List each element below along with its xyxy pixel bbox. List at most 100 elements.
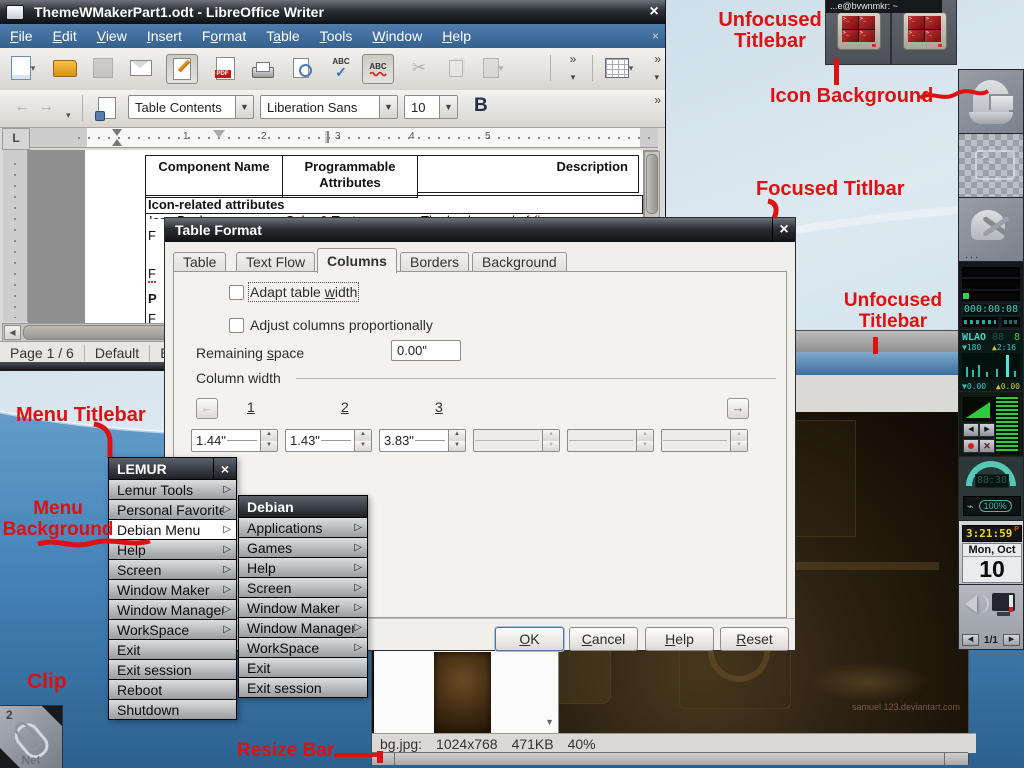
save-button[interactable] bbox=[88, 54, 118, 82]
paste-dropdown-caret[interactable]: ▾ bbox=[499, 63, 504, 74]
toolbar-end-caret[interactable]: ▾ bbox=[654, 72, 659, 83]
insert-table-button[interactable]: ▾ bbox=[604, 54, 634, 82]
dock-appicon-netmonitor[interactable]: 000:00:08 bbox=[959, 262, 1023, 330]
spin-up-icon[interactable]: ▲ bbox=[449, 430, 465, 441]
spelling-button[interactable]: ABC ✓ bbox=[326, 54, 356, 82]
vertical-scrollbar[interactable] bbox=[644, 151, 660, 219]
size-combo-arrow[interactable]: ▼ bbox=[439, 96, 457, 118]
tab-columns[interactable]: Columns bbox=[317, 248, 397, 273]
spin-up-icon[interactable]: ▲ bbox=[355, 430, 371, 441]
menu-item-help[interactable]: Help▷ bbox=[238, 558, 368, 578]
horizontal-ruler[interactable]: 1 2 3 4 5 bbox=[30, 128, 658, 148]
print-button[interactable] bbox=[248, 54, 278, 82]
file-thumbnail[interactable] bbox=[434, 652, 491, 733]
dialog-close-button[interactable]: × bbox=[772, 218, 795, 242]
adapt-table-width-checkbox[interactable] bbox=[229, 285, 244, 300]
edit-mode-button[interactable] bbox=[166, 54, 198, 84]
spin-up-icon[interactable]: ▲ bbox=[261, 430, 277, 441]
table-section-row[interactable]: Icon-related attributes bbox=[145, 195, 643, 214]
menu-view[interactable]: View bbox=[87, 28, 137, 44]
menu-item-workspace[interactable]: WorkSpace▷ bbox=[238, 638, 368, 658]
copy-button[interactable] bbox=[441, 54, 471, 82]
status-page-number[interactable]: Page 1 / 6 bbox=[0, 345, 85, 361]
tab-table[interactable]: Table bbox=[173, 252, 226, 272]
menu-item-reboot[interactable]: Reboot bbox=[108, 680, 237, 700]
debian-menu-titlebar[interactable]: Debian bbox=[238, 495, 368, 518]
menu-item-screen[interactable]: Screen▷ bbox=[108, 560, 237, 580]
lemur-menu-close-button[interactable]: × bbox=[213, 458, 236, 479]
viewer-resize-bar[interactable] bbox=[372, 752, 968, 765]
menu-item-exit[interactable]: Exit bbox=[238, 658, 368, 678]
font-combo-arrow[interactable]: ▼ bbox=[379, 96, 397, 118]
menu-tools[interactable]: Tools bbox=[310, 28, 363, 44]
menu-item-window-maker[interactable]: Window Maker▷ bbox=[238, 598, 368, 618]
paste-button[interactable]: ▾ bbox=[478, 54, 508, 82]
auto-spellcheck-button[interactable]: ABC bbox=[362, 54, 394, 84]
menu-insert[interactable]: Insert bbox=[137, 28, 192, 44]
spin-down-icon[interactable]: ▼ bbox=[449, 441, 465, 452]
vscroll-thumb[interactable] bbox=[646, 154, 658, 214]
table-header-cell[interactable]: Description bbox=[417, 155, 639, 193]
writer-close-button[interactable]: × bbox=[643, 3, 665, 21]
status-page-style[interactable]: Default bbox=[85, 345, 150, 361]
forward-arrow-icon[interactable]: → bbox=[38, 98, 54, 116]
mini-window-titlebar[interactable]: ...e@bvwnmkr: ~ bbox=[826, 0, 942, 13]
help-button[interactable]: Help bbox=[645, 627, 714, 651]
export-pdf-button[interactable]: PDF bbox=[210, 54, 240, 82]
menu-item-games[interactable]: Games▷ bbox=[238, 538, 368, 558]
table-header-cell[interactable]: Programmable Attributes bbox=[282, 155, 418, 198]
dock-appicon-weather[interactable]: WLAO 88 8 ▼180 ▲2:16 ▼0.00 ▲0.00 bbox=[959, 330, 1023, 392]
dock-appicon-tools[interactable]: ... bbox=[959, 198, 1023, 262]
panel-dropdown-icon[interactable]: ▼ bbox=[545, 717, 554, 727]
tab-stop-selector[interactable]: L bbox=[2, 128, 30, 150]
paragraph-style-combo[interactable]: Table Contents ▼ bbox=[128, 95, 254, 119]
new-dropdown-caret[interactable]: ▾ bbox=[31, 63, 36, 74]
menu-file[interactable]: File bbox=[0, 28, 43, 44]
email-button[interactable] bbox=[126, 54, 156, 82]
document-close-icon[interactable]: × bbox=[652, 29, 659, 43]
dock-appicon-pager[interactable]: ◀ 1/1 ▶ bbox=[959, 585, 1023, 649]
toolbar-overflow-chevron[interactable]: » bbox=[565, 52, 581, 66]
first-line-indent-marker[interactable] bbox=[213, 130, 225, 144]
new-document-button[interactable]: ▾ bbox=[8, 54, 38, 82]
menu-table[interactable]: Table bbox=[256, 28, 309, 44]
cut-button[interactable]: ✂ bbox=[404, 54, 434, 82]
menu-help[interactable]: Help bbox=[432, 28, 481, 44]
menu-item-window-managers[interactable]: Window Managers▷ bbox=[108, 600, 237, 620]
mixer-prev-button[interactable]: ◀ bbox=[963, 423, 979, 437]
spin-down-icon[interactable]: ▼ bbox=[261, 441, 277, 452]
navigator-page-icon[interactable] bbox=[98, 97, 116, 119]
toolbar-end-chevron[interactable]: » bbox=[654, 52, 661, 66]
menu-edit[interactable]: Edit bbox=[43, 28, 87, 44]
open-button[interactable] bbox=[50, 54, 80, 82]
adapt-table-width-label[interactable]: Adapt table width bbox=[250, 284, 357, 300]
table-header-cell[interactable]: Component Name bbox=[145, 155, 283, 198]
column-nav-right-button[interactable]: → bbox=[727, 398, 749, 419]
back-arrow-icon[interactable]: ← bbox=[14, 98, 30, 116]
remaining-space-field[interactable]: 0.00" bbox=[391, 340, 461, 361]
menu-item-exit[interactable]: Exit bbox=[108, 640, 237, 660]
column3-width-spinner[interactable]: 3.83" ▲▼ bbox=[379, 429, 466, 452]
menu-item-shutdown[interactable]: Shutdown bbox=[108, 700, 237, 720]
writer-titlebar[interactable]: ThemeWMakerPart1.odt - LibreOffice Write… bbox=[0, 0, 665, 24]
dialog-focused-titlebar[interactable]: Table Format × bbox=[165, 218, 795, 242]
menu-item-screen[interactable]: Screen▷ bbox=[238, 578, 368, 598]
adjust-columns-checkbox[interactable] bbox=[229, 318, 244, 333]
bold-button[interactable]: B bbox=[474, 95, 488, 117]
tab-borders[interactable]: Borders bbox=[400, 252, 469, 272]
nav-dropdown-caret[interactable]: ▾ bbox=[66, 110, 71, 121]
print-preview-button[interactable] bbox=[286, 54, 316, 82]
menu-item-workspace[interactable]: WorkSpace▷ bbox=[108, 620, 237, 640]
menu-item-window-managers[interactable]: Window Managers▷ bbox=[238, 618, 368, 638]
menu-window[interactable]: Window bbox=[362, 28, 432, 44]
mute-button[interactable]: ✕ bbox=[979, 439, 995, 453]
tab-background[interactable]: Background bbox=[472, 252, 567, 272]
font-size-combo[interactable]: 10 ▼ bbox=[404, 95, 458, 119]
workspace-prev-button[interactable]: ◀ bbox=[962, 634, 979, 646]
record-button[interactable] bbox=[963, 439, 979, 453]
table-dropdown-caret[interactable]: ▾ bbox=[629, 63, 634, 74]
menu-item-applications[interactable]: Applications▷ bbox=[238, 518, 368, 538]
miniaturize-button[interactable] bbox=[6, 5, 24, 20]
column-nav-left-button[interactable]: ← bbox=[196, 398, 218, 419]
menu-item-window-maker[interactable]: Window Maker▷ bbox=[108, 580, 237, 600]
